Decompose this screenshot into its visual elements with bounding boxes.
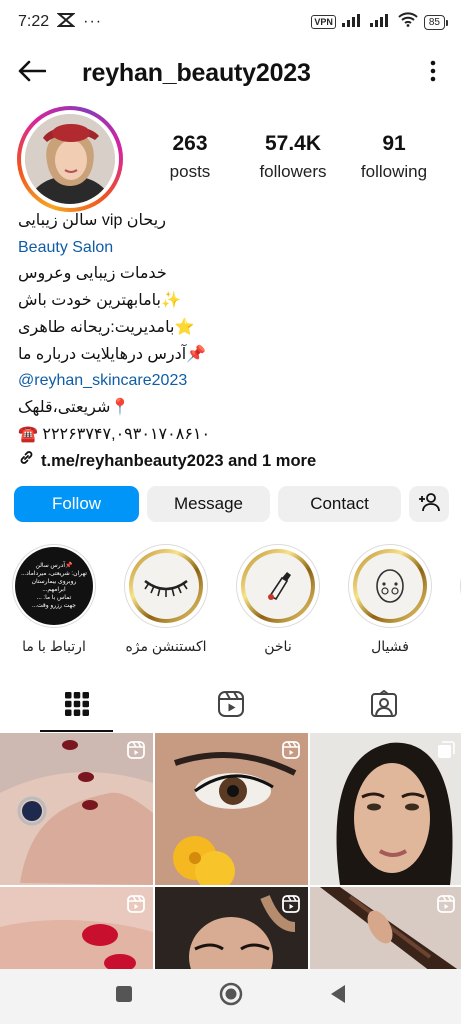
battery-indicator: 85: [423, 14, 449, 30]
signal-icon: [341, 13, 364, 32]
following-stat[interactable]: 91 following: [356, 132, 432, 182]
story-highlights: 📌آدرس سالن تهران: شریعتی، میرداماد... رو…: [10, 544, 461, 664]
reel-badge-icon: [282, 741, 300, 764]
reels-icon: [217, 690, 245, 723]
post-thumbnail[interactable]: [310, 733, 461, 885]
bio-external-link[interactable]: t.me/reyhanbeauty2023 and 1 more: [18, 448, 448, 475]
follow-button[interactable]: Follow: [14, 486, 139, 522]
bio-mention-link[interactable]: @reyhan_skincare2023: [18, 368, 448, 395]
post-thumbnail[interactable]: [310, 887, 461, 969]
arrow-left-icon: [18, 60, 47, 87]
avatar-story-ring[interactable]: [17, 106, 123, 212]
system-back-button[interactable]: [318, 977, 358, 1017]
bio-line: ✨بامابهترین خودت باش: [18, 292, 181, 310]
wifi-icon: [398, 12, 418, 32]
avatar: [25, 114, 115, 204]
highlight-cover: 📌آدرس سالن تهران: شریعتی، میرداماد... رو…: [15, 547, 93, 625]
bio-line: ⭐بامدیریت:ریحانه طاهری: [18, 318, 195, 336]
status-time: 7:22: [18, 13, 50, 30]
followers-count: 57.4K: [264, 132, 322, 155]
system-nav-bar: [0, 969, 461, 1024]
reel-badge-icon: [437, 895, 455, 918]
profile-bio: ریحان vip سالن زیبایی Beauty Salon خدمات…: [18, 208, 448, 475]
following-count: 91: [382, 132, 406, 155]
square-icon: [115, 985, 133, 1008]
more-options-button[interactable]: [421, 57, 445, 89]
posts-count: 263: [172, 132, 208, 155]
circle-icon: [219, 982, 243, 1011]
profile-actions: Follow Message Contact: [14, 486, 450, 522]
highlight-nails[interactable]: ناخن: [234, 544, 322, 664]
profile-tabs: [0, 680, 461, 732]
post-thumbnail[interactable]: [155, 887, 308, 969]
bio-location: 📍شریعتی،قلهک: [18, 398, 131, 416]
grid-icon: [64, 691, 90, 722]
recents-button[interactable]: [104, 977, 144, 1017]
tab-tagged[interactable]: [307, 680, 461, 732]
followers-label: followers: [259, 162, 327, 181]
vpn-badge: VPN: [311, 15, 336, 29]
highlight-contact-us[interactable]: 📌آدرس سالن تهران: شریعتی، میرداماد... رو…: [10, 544, 98, 664]
highlight-label: ناخن: [264, 638, 292, 654]
highlight-eyelash-extension[interactable]: اکستنشن مژه: [122, 544, 210, 664]
posts-stat[interactable]: 263 posts: [158, 132, 222, 182]
highlight-label: فشیال: [371, 638, 409, 654]
following-label: following: [360, 162, 428, 181]
overflow-dots-icon: ···: [83, 13, 103, 30]
post-thumbnail[interactable]: [0, 733, 153, 885]
contact-button[interactable]: Contact: [278, 486, 401, 522]
profile-summary: 263 posts 57.4K followers 91 following: [0, 104, 461, 212]
face-icon: [357, 553, 423, 619]
highlight-facial[interactable]: فشیال: [346, 544, 434, 664]
post-thumbnail[interactable]: [155, 733, 308, 885]
tab-grid[interactable]: [0, 680, 154, 732]
add-person-icon: [418, 492, 440, 517]
suggest-people-button[interactable]: [409, 486, 449, 522]
highlight-label: ارتباط با ما: [22, 638, 86, 654]
signal-icon-2: [369, 13, 392, 32]
reel-badge-icon: [282, 895, 300, 918]
bio-phone: ☎️ ۲۲۲۶۳۷۴۷,۰۹۳۰۱۷۰۸۶۱۰: [18, 425, 211, 443]
nail-polish-icon: [245, 553, 311, 619]
posts-label: posts: [169, 162, 211, 181]
triangle-back-icon: [329, 984, 347, 1009]
posts-grid: [0, 733, 461, 969]
status-bar: 7:22 ··· VPN 85: [0, 0, 461, 44]
back-button[interactable]: [16, 57, 48, 89]
status-right: VPN 85: [311, 12, 449, 32]
link-icon: [18, 448, 35, 475]
reel-badge-icon: [127, 741, 145, 764]
tagged-person-icon: [370, 689, 398, 723]
tab-reels[interactable]: [154, 680, 308, 732]
bio-line: 📌آدرس درهایلایت درباره ما: [18, 345, 207, 363]
highlight-label: اکستنشن مژه: [125, 638, 207, 654]
status-left: 7:22 ···: [18, 12, 103, 32]
notification-icon: [56, 12, 76, 32]
reel-badge-icon: [127, 895, 145, 918]
bio-link-text: t.me/reyhanbeauty2023 and 1 more: [41, 452, 317, 471]
carousel-badge-icon: [437, 741, 455, 764]
message-button[interactable]: Message: [147, 486, 270, 522]
profile-username: reyhan_beauty2023: [82, 58, 311, 87]
home-button[interactable]: [211, 977, 251, 1017]
bio-category: Beauty Salon: [18, 238, 114, 256]
more-vertical-icon: [430, 60, 436, 87]
post-thumbnail[interactable]: [0, 887, 153, 969]
followers-stat[interactable]: 57.4K followers: [250, 132, 336, 182]
bio-name: ریحان vip سالن زیبایی: [18, 212, 166, 229]
eyelash-icon: [133, 553, 199, 619]
profile-header: reyhan_beauty2023: [0, 44, 461, 102]
bio-line: خدمات زیبایی وعروس: [18, 265, 167, 283]
